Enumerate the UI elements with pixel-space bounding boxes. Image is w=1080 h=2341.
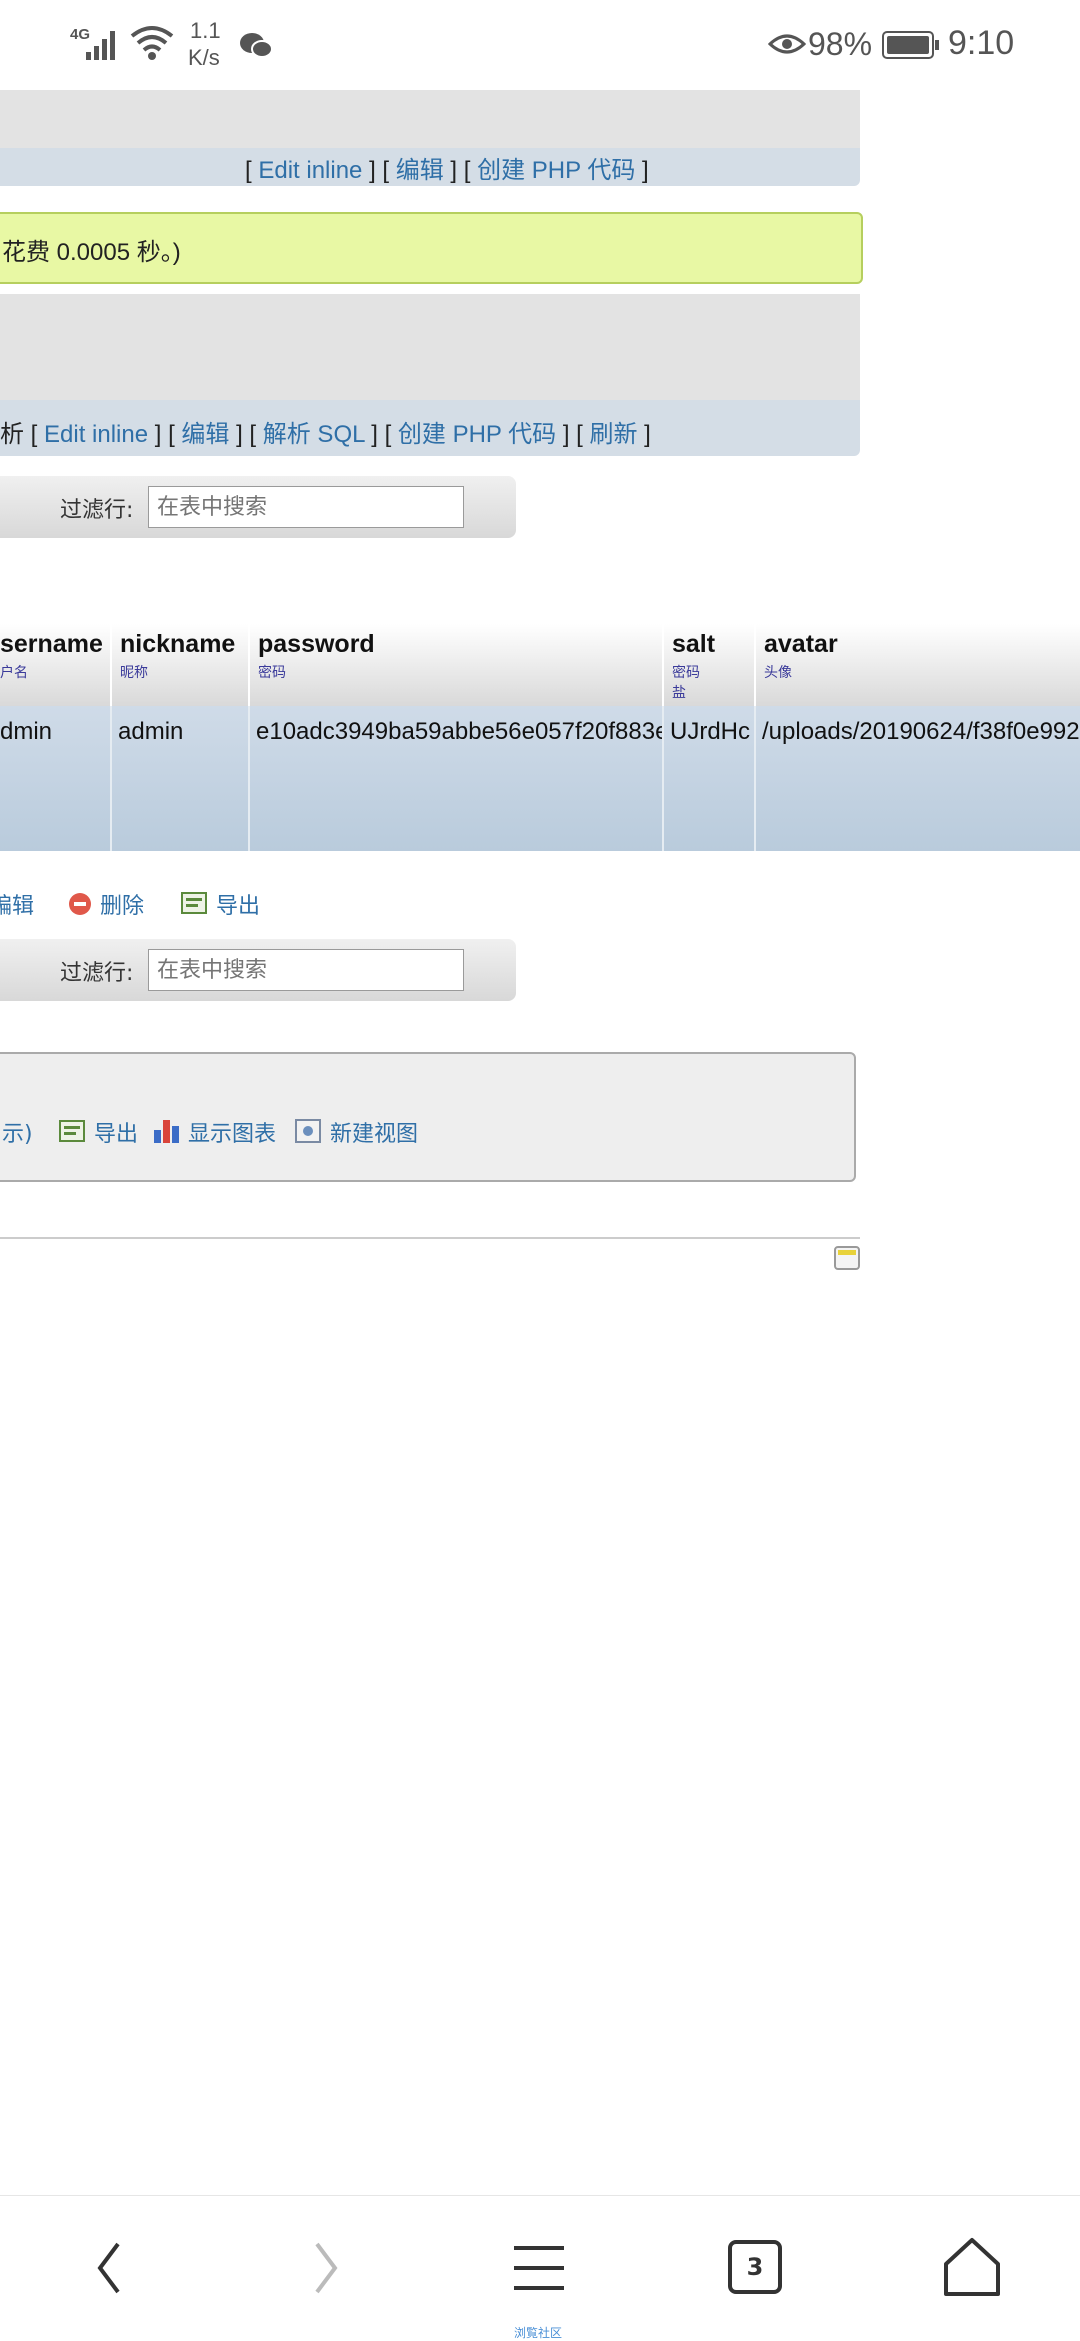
sql-actions: 析 [ Edit inline ] [ 编辑 ] [ 解析 SQL ] [ 创建… (0, 421, 651, 448)
edit-link[interactable]: 编辑 (181, 421, 229, 448)
column-header-salt[interactable]: salt 密码 盐 (664, 624, 756, 706)
success-message-box: 花费 0.0005 秒。) (0, 212, 863, 284)
column-comment: 户名 (0, 665, 28, 681)
edit-link[interactable]: 编辑 (396, 157, 444, 184)
battery-percent: 98% (808, 26, 873, 62)
operations-prefix: 示) (2, 1122, 33, 1147)
network-speed-value: 1.1 (190, 18, 221, 43)
export-icon[interactable] (58, 1118, 86, 1144)
cell-nickname[interactable]: admin (112, 706, 250, 851)
create-php-link[interactable]: 创建 PHP 代码 (398, 421, 556, 448)
sql-query-panel (0, 294, 860, 400)
create-php-link[interactable]: 创建 PHP 代码 (477, 157, 635, 184)
operations-row: 示) 导出 显示图表 新建视图 (0, 1114, 848, 1150)
column-title: password (258, 630, 375, 658)
menu-icon[interactable] (512, 2240, 568, 2296)
display-chart-link[interactable]: 显示图表 (188, 1116, 276, 1148)
column-comment: 头像 (764, 665, 792, 681)
console-toggle-icon[interactable] (834, 1246, 860, 1270)
create-view-icon[interactable] (294, 1118, 322, 1144)
column-header-username[interactable]: sername 户名 (0, 624, 112, 706)
row-actions: 编辑 删除 导出 (0, 886, 800, 922)
wechat-icon (240, 33, 273, 58)
eye-comfort-icon (768, 34, 806, 54)
filter-rows-bottom: 过滤行: (0, 939, 516, 1001)
column-comment: 昵称 (120, 665, 148, 681)
create-view-link[interactable]: 新建视图 (330, 1116, 418, 1148)
tabs-count: 3 (746, 2253, 764, 2281)
column-title: nickname (120, 630, 236, 658)
column-comment: 密码 (672, 665, 700, 681)
delete-icon[interactable] (68, 892, 92, 916)
query-actions: [ Edit inline ] [ 编辑 ] [ 创建 PHP 代码 ] (245, 157, 649, 184)
edit-inline-link[interactable]: Edit inline (44, 421, 148, 448)
filter-rows-top: 过滤行: (0, 476, 516, 538)
home-icon[interactable] (940, 2234, 1004, 2298)
refresh-link[interactable]: 刷新 (590, 421, 638, 448)
signal-icon (86, 31, 115, 60)
table-row[interactable]: dmin admin e10adc3949ba59abbe56e057f20f8… (0, 706, 1080, 851)
tabs-button[interactable]: 3 (728, 2240, 782, 2294)
browser-nav-bar: 3 浏覧社区 (0, 2195, 1080, 2341)
status-bar: 4G 1.1 K/s 98% 9:10 (0, 0, 1080, 90)
column-comment: 密码 (258, 665, 286, 681)
filter-search-input[interactable] (148, 486, 464, 528)
network-speed-unit: K/s (188, 45, 220, 70)
console-divider (0, 1237, 860, 1239)
filter-label: 过滤行: (60, 961, 134, 986)
column-header-password[interactable]: password 密码 (250, 624, 664, 706)
export-link[interactable]: 导出 (216, 888, 260, 920)
column-header-avatar[interactable]: avatar 头像 (756, 624, 1080, 706)
edit-selected-link[interactable]: 编辑 (0, 888, 34, 920)
column-title: sername (0, 630, 103, 658)
export-icon[interactable] (180, 890, 208, 916)
wifi-icon (130, 26, 174, 60)
explain-sql-link[interactable]: 解析 SQL (263, 421, 365, 448)
column-title: salt (672, 630, 716, 658)
edit-inline-link[interactable]: Edit inline (258, 157, 362, 184)
battery-icon (882, 31, 939, 59)
query-panel-top (0, 90, 860, 148)
column-title: avatar (764, 630, 838, 658)
filter-label: 过滤行: (60, 498, 134, 523)
cell-avatar[interactable]: /uploads/20190624/f38f0e992 (756, 706, 1080, 851)
clock: 9:10 (948, 24, 1015, 62)
forward-icon[interactable] (305, 2238, 345, 2298)
export-link[interactable]: 导出 (94, 1116, 138, 1148)
sql-actions-prefix: 析 (0, 421, 24, 448)
sql-actions-bar: 析 [ Edit inline ] [ 编辑 ] [ 解析 SQL ] [ 创建… (0, 400, 860, 456)
column-header-nickname[interactable]: nickname 昵称 (112, 624, 250, 706)
back-icon[interactable] (90, 2238, 130, 2298)
cell-password[interactable]: e10adc3949ba59abbe56e057f20f883e (250, 706, 664, 851)
column-comment-line2: 盐 (672, 685, 686, 701)
nav-caption: 浏覧社区 (514, 2326, 563, 2340)
cell-username[interactable]: dmin (0, 706, 112, 851)
chart-icon[interactable] (152, 1116, 182, 1144)
filter-search-input[interactable] (148, 949, 464, 991)
success-message: 花费 0.0005 秒。) (2, 239, 181, 266)
query-results-operations: 示) 导出 显示图表 新建视图 (0, 1052, 856, 1182)
cell-salt[interactable]: UJrdHc (664, 706, 756, 851)
delete-link[interactable]: 删除 (100, 888, 144, 920)
query-actions-bar: [ Edit inline ] [ 编辑 ] [ 创建 PHP 代码 ] (0, 148, 860, 186)
